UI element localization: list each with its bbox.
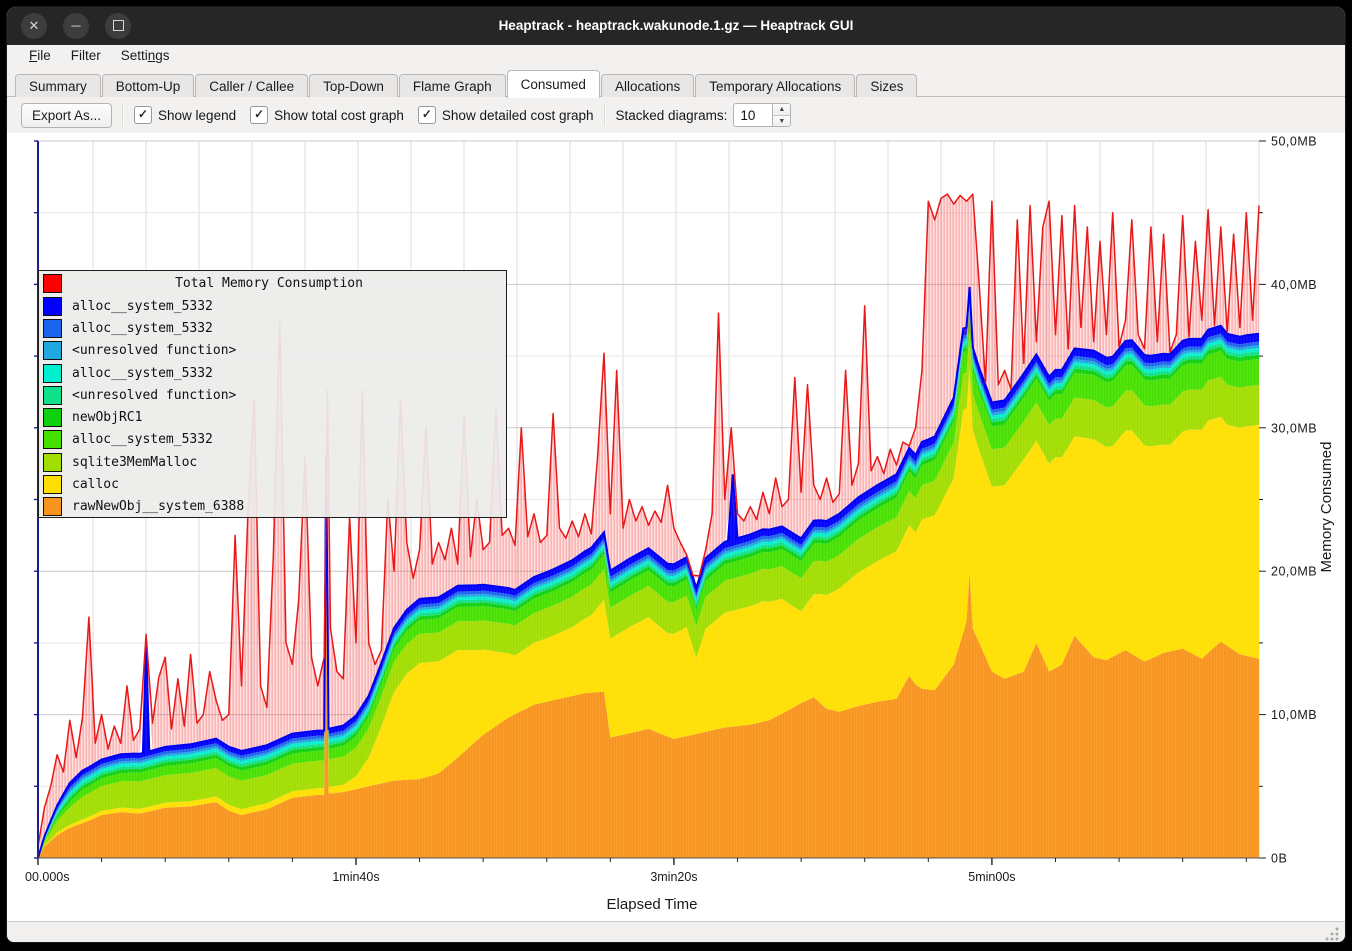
legend-item: <unresolved function> <box>39 384 506 406</box>
y-tick-label: 0B <box>1271 852 1287 866</box>
legend-item: sqlite3MemMalloc <box>39 451 506 473</box>
toolbar-separator <box>122 104 124 126</box>
legend-item: alloc__system_5332 <box>39 295 506 317</box>
y-tick-label: 40,0MB <box>1271 278 1317 292</box>
legend-swatch-icon <box>43 497 62 516</box>
legend-label: alloc__system_5332 <box>72 432 213 447</box>
menu-bar: FileFilterSettings <box>7 45 1345 69</box>
legend-label: alloc__system_5332 <box>72 299 213 314</box>
legend-label: Total Memory Consumption <box>62 276 476 291</box>
export-as-button[interactable]: Export As... <box>21 103 112 128</box>
checkmark-icon: ✓ <box>134 106 152 124</box>
checkmark-icon: ✓ <box>418 106 436 124</box>
legend-label: <unresolved function> <box>72 388 236 403</box>
tab-consumed[interactable]: Consumed <box>507 70 600 98</box>
legend-label: sqlite3MemMalloc <box>72 455 197 470</box>
legend-item: alloc__system_5332 <box>39 362 506 384</box>
legend-item: calloc <box>39 473 506 495</box>
stepper-up-icon[interactable]: ▲ <box>773 104 790 116</box>
legend-swatch-icon <box>43 319 62 338</box>
legend-label: alloc__system_5332 <box>72 321 213 336</box>
legend-label: newObjRC1 <box>72 410 142 425</box>
checkbox-show-legend[interactable]: ✓ Show legend <box>134 106 236 124</box>
legend-swatch-icon <box>43 430 62 449</box>
stepper-down-icon[interactable]: ▼ <box>773 116 790 127</box>
checkbox-show-detailed-cost-graph[interactable]: ✓ Show detailed cost graph <box>418 106 594 124</box>
checkbox-show-total-cost-graph[interactable]: ✓ Show total cost graph <box>250 106 404 124</box>
stacked-diagrams-stepper[interactable]: ▲ ▼ <box>733 103 791 127</box>
legend-item: rawNewObj__system_6388 <box>39 496 506 518</box>
legend-swatch-icon <box>43 274 62 293</box>
legend-label: rawNewObj__system_6388 <box>72 499 244 514</box>
consumed-chart-panel: 0B 10,0MB 20,0MB 30,0MB 40,0MB 50,0MB 00.000s 1… <box>7 133 1345 921</box>
resize-grip[interactable] <box>1325 927 1339 941</box>
title-bar[interactable]: ✕ ─ Heaptrack - heaptrack.wakunode.1.gz … <box>7 7 1345 45</box>
checkbox-label: Show detailed cost graph <box>442 108 594 123</box>
legend-label: alloc__system_5332 <box>72 366 213 381</box>
menu-filter[interactable]: Filter <box>61 45 111 66</box>
legend-swatch-icon <box>43 408 62 427</box>
toolbar-separator <box>604 104 606 126</box>
checkbox-label: Show legend <box>158 108 236 123</box>
legend-item: alloc__system_5332 <box>39 429 506 451</box>
legend-title-row: Total Memory Consumption <box>39 271 506 295</box>
y-tick-label: 10,0MB <box>1271 708 1317 722</box>
x-tick-label: 1min40s <box>332 870 379 884</box>
y-tick-label: 30,0MB <box>1271 421 1317 435</box>
legend-swatch-icon <box>43 297 62 316</box>
legend-label: calloc <box>72 477 119 492</box>
legend-swatch-icon <box>43 453 62 472</box>
tab-bar: SummaryBottom-UpCaller / CalleeTop-DownF… <box>7 69 1345 97</box>
legend-item: newObjRC1 <box>39 406 506 428</box>
x-tick-label: 5min00s <box>968 870 1015 884</box>
legend-item: <unresolved function> <box>39 340 506 362</box>
window-title: Heaptrack - heaptrack.wakunode.1.gz — He… <box>7 7 1345 45</box>
chart-legend: Total Memory Consumption alloc__system_53… <box>38 270 507 518</box>
memory-consumption-chart[interactable]: 0B 10,0MB 20,0MB 30,0MB 40,0MB 50,0MB 00.000s 1… <box>7 133 1346 921</box>
menu-file[interactable]: File <box>19 45 61 66</box>
legend-label: <unresolved function> <box>72 343 236 358</box>
legend-item: alloc__system_5332 <box>39 317 506 339</box>
stacked-diagrams-input[interactable] <box>733 103 772 127</box>
checkbox-label: Show total cost graph <box>274 108 404 123</box>
x-tick-label: 3min20s <box>650 870 697 884</box>
stacked-diagrams-label: Stacked diagrams: <box>616 108 728 123</box>
x-axis-title: Elapsed Time <box>607 896 698 913</box>
y-tick-label: 20,0MB <box>1271 565 1317 579</box>
status-bar <box>7 921 1345 943</box>
checkmark-icon: ✓ <box>250 106 268 124</box>
y-tick-label: 50,0MB <box>1271 135 1317 149</box>
legend-swatch-icon <box>43 475 62 494</box>
y-axis-title: Memory Consumed <box>1318 442 1335 573</box>
app-window: ✕ ─ Heaptrack - heaptrack.wakunode.1.gz … <box>6 6 1346 943</box>
legend-swatch-icon <box>43 364 62 383</box>
menu-settings[interactable]: Settings <box>111 45 180 66</box>
toolbar: Export As... ✓ Show legend ✓ Show total cos… <box>7 97 1345 133</box>
legend-swatch-icon <box>43 341 62 360</box>
legend-swatch-icon <box>43 386 62 405</box>
x-tick-label: 00.000s <box>25 870 69 884</box>
